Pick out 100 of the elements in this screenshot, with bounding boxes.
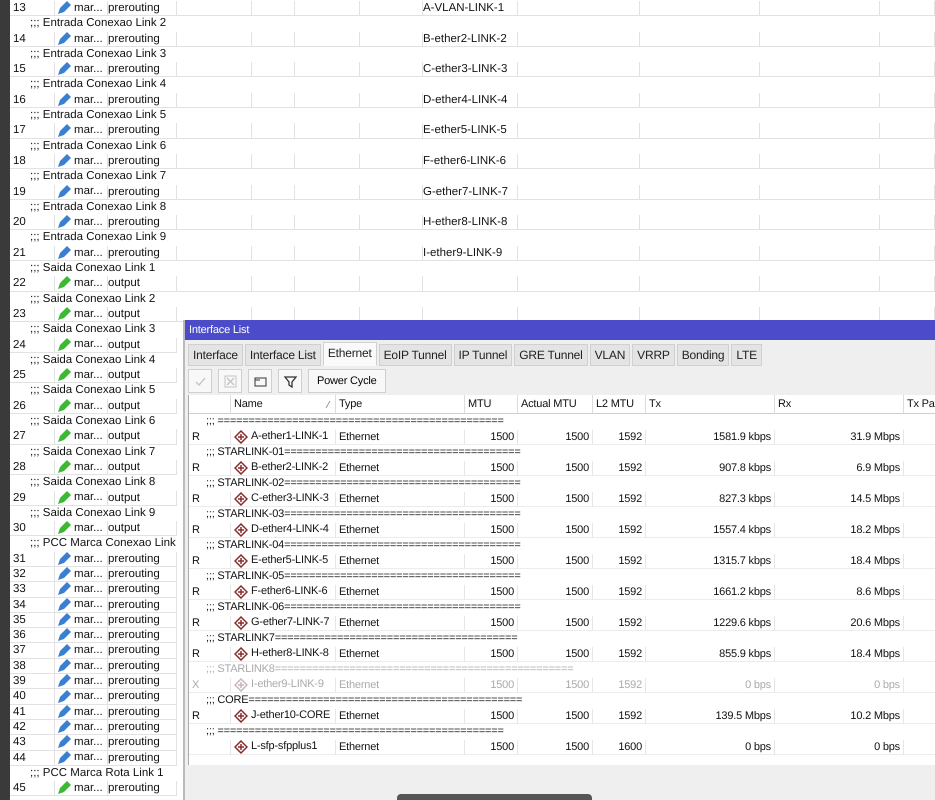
mtu-cell: 1500: [465, 646, 518, 662]
mtu-cell: 1500: [465, 554, 518, 569]
l2-mtu-cell: 1592: [593, 492, 646, 507]
l2-mtu-cell: 1592: [593, 430, 646, 445]
empty-cell: [252, 123, 295, 139]
rule-number: 29: [10, 490, 55, 506]
action-text: mar...: [74, 215, 103, 230]
rx-cell: 10.2 Mbps: [775, 708, 904, 724]
chain-cell: prerouting: [108, 704, 177, 720]
comment-text: ;;; STARLINK-03======================================: [206, 507, 521, 522]
empty-cell: [880, 184, 935, 200]
empty-cell: [880, 62, 935, 78]
filter-icon: [282, 374, 298, 388]
filter-button[interactable]: [278, 369, 302, 393]
note-button[interactable]: [248, 369, 272, 393]
empty-cell: [880, 1, 935, 16]
mtu-cell: 1500: [465, 740, 518, 755]
tab[interactable]: IP Tunnel: [454, 344, 512, 366]
chain-cell: prerouting: [108, 674, 177, 690]
column-header[interactable]: Actual MTU: [518, 395, 593, 414]
comment-text: ;;; Saida Conexao Link 5: [30, 383, 156, 398]
l2-mtu-cell: 1592: [593, 522, 646, 538]
rule-number: 34: [10, 598, 55, 613]
column-header[interactable]: MTU: [465, 395, 518, 414]
column-header[interactable]: Rx: [775, 395, 904, 414]
empty-cell: [360, 32, 423, 47]
column-header[interactable]: Type: [336, 395, 465, 414]
empty-cell: [360, 123, 423, 139]
column-header[interactable]: Tx: [646, 395, 775, 414]
empty-cell: [360, 246, 423, 262]
rule-number: 20: [10, 215, 55, 230]
interface-cell: I-ether9-LINK-9: [423, 246, 518, 262]
comment-text: ;;; Entrada Conexao Link 7: [30, 169, 166, 184]
action-text: mar...: [74, 276, 103, 291]
chain-cell: prerouting: [108, 154, 177, 170]
rule-number: 23: [10, 306, 55, 322]
flag-cell: R: [189, 522, 231, 538]
chain-cell: output: [108, 429, 177, 445]
empty-cell: [252, 32, 295, 47]
action-text: mar...: [74, 460, 103, 474]
action-text: mar...: [74, 123, 103, 138]
flag-cell: R: [189, 646, 231, 662]
chain-cell: prerouting: [108, 62, 177, 78]
action-text: mar...: [74, 521, 103, 536]
chain-cell: prerouting: [108, 598, 177, 613]
tab[interactable]: VLAN: [590, 344, 630, 366]
tx-cell: 1557.4 kbps: [646, 522, 775, 538]
actual-mtu-cell: 1500: [518, 460, 593, 476]
empty-cell: [880, 276, 935, 292]
comment-text: ;;; Entrada Conexao Link 9: [30, 230, 166, 246]
type-cell: Ethernet: [336, 430, 465, 445]
rule-number: 21: [10, 246, 55, 262]
empty-cell: [880, 246, 935, 262]
tab[interactable]: Bonding: [676, 344, 730, 366]
interface-cell: H-ether8-LINK-8: [423, 215, 518, 230]
chain-cell: prerouting: [108, 658, 177, 674]
chain-cell: prerouting: [108, 689, 177, 705]
action-text: mar...: [74, 552, 103, 566]
action-text: mar...: [74, 735, 103, 750]
rx-cell: 0 bps: [775, 740, 904, 755]
chain-cell: prerouting: [108, 246, 177, 262]
empty-cell: [252, 92, 295, 108]
tab[interactable]: Interface: [188, 344, 243, 366]
comment-text: ;;; Entrada Conexao Link 4: [30, 77, 166, 92]
comment-text: ;;; PCC Marca Conexao Link: [30, 536, 176, 552]
empty-cell: [360, 184, 423, 200]
mtu-cell: 1500: [465, 492, 518, 507]
l2-mtu-cell: 1600: [593, 740, 646, 755]
actual-mtu-cell: 1500: [518, 492, 593, 507]
mtu-cell: 1500: [465, 460, 518, 476]
rule-number: 19: [10, 184, 55, 200]
tab[interactable]: VRRP: [632, 344, 675, 366]
tab[interactable]: Interface List: [244, 344, 321, 366]
power-cycle-button[interactable]: Power Cycle: [308, 369, 386, 393]
type-cell: Ethernet: [336, 460, 465, 476]
column-header[interactable]: [189, 395, 231, 414]
tab[interactable]: GRE Tunnel: [514, 344, 588, 366]
actual-mtu-cell: 1500: [518, 678, 593, 693]
comment-text: ;;; Saida Conexao Link 8: [30, 475, 156, 490]
tab[interactable]: EoIP Tunnel: [378, 344, 452, 366]
tab[interactable]: LTE: [731, 344, 762, 366]
scrollbar-thumb[interactable]: [397, 794, 592, 800]
comment-text: ;;; CORE============================================: [206, 693, 522, 708]
actual-mtu-cell: 1500: [518, 616, 593, 631]
tx-cell: 1229.6 kbps: [646, 616, 775, 631]
rx-cell: 18.2 Mbps: [775, 522, 904, 538]
column-header[interactable]: Tx Pa: [904, 395, 935, 414]
comment-text: ;;; Entrada Conexao Link 5: [30, 108, 166, 124]
action-text: mar...: [74, 338, 103, 352]
type-cell: Ethernet: [336, 554, 465, 569]
rule-number: 42: [10, 720, 55, 736]
tx-cell: 907.8 kbps: [646, 460, 775, 476]
rule-number: 16: [10, 92, 55, 108]
empty-cell: [880, 32, 935, 47]
rule-number: 36: [10, 628, 55, 644]
column-header[interactable]: L2 MTU: [593, 395, 646, 414]
l2-mtu-cell: 1592: [593, 708, 646, 724]
tab[interactable]: Ethernet: [322, 342, 377, 366]
chain-cell: output: [108, 368, 177, 384]
actual-mtu-cell: 1500: [518, 740, 593, 755]
